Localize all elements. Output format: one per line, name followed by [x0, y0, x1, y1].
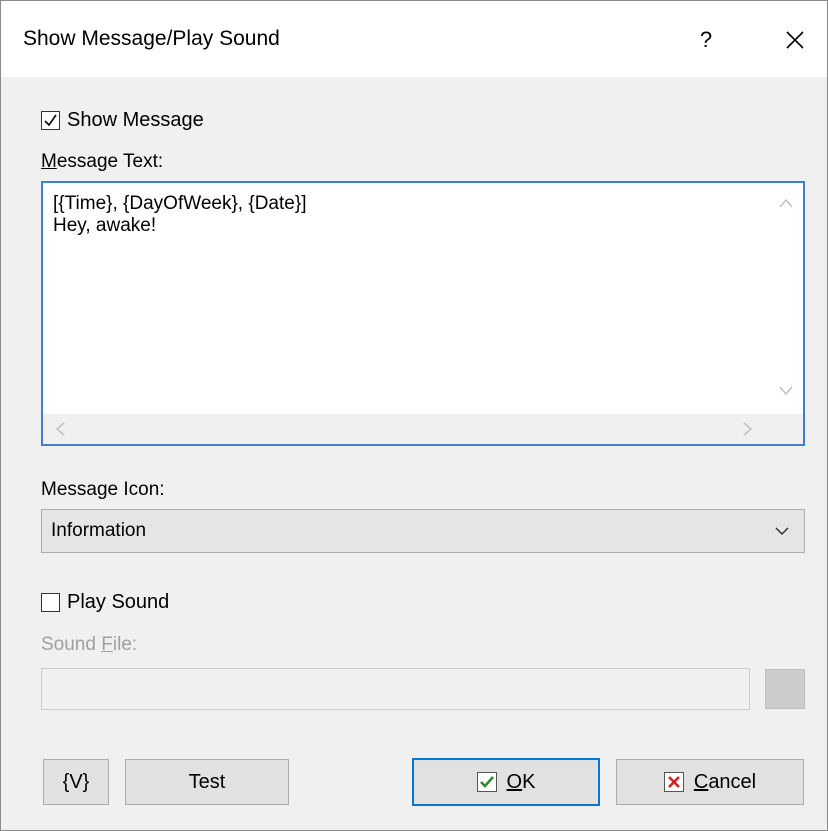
checkmark-icon	[44, 114, 57, 127]
sound-file-label-pre: Sound	[41, 634, 102, 655]
horizontal-scrollbar[interactable]	[43, 414, 803, 444]
browse-sound-button[interactable]	[765, 669, 805, 709]
scroll-up-icon[interactable]	[779, 195, 793, 211]
help-label: ?	[699, 27, 713, 52]
chevron-down-icon	[774, 522, 790, 546]
scroll-right-icon[interactable]	[743, 422, 753, 439]
window-title: Show Message/Play Sound	[23, 27, 280, 50]
close-icon	[786, 31, 804, 49]
cancel-label-rest: ancel	[708, 770, 757, 793]
sound-file-accel: F	[101, 634, 113, 655]
message-text-label: Message Text:	[41, 151, 163, 173]
cancel-button-label: Cancel	[694, 771, 756, 794]
show-message-dialog: Show Message/Play Sound ? Show Message M…	[0, 0, 828, 831]
test-button-label: Test	[188, 770, 226, 793]
message-icon-value: Information	[51, 520, 147, 541]
play-sound-checkbox[interactable]: Play Sound	[41, 591, 169, 614]
message-icon-label: Message Icon:	[41, 479, 165, 500]
sound-file-label-post: ile:	[112, 634, 138, 655]
scrollbar-corner	[769, 414, 803, 444]
cancel-button[interactable]: Cancel	[616, 759, 804, 805]
ok-accel: O	[506, 770, 523, 793]
variables-button-label: {V}	[62, 770, 90, 793]
message-text-input[interactable]: [{Time}, {DayOfWeek}, {Date}] Hey, awake…	[51, 191, 775, 415]
close-button[interactable]	[767, 15, 823, 65]
help-button[interactable]: ?	[681, 15, 731, 65]
ok-label-rest: K	[522, 770, 536, 793]
cancel-accel: C	[693, 770, 709, 793]
scroll-down-icon[interactable]	[779, 383, 793, 399]
title-bar: Show Message/Play Sound ?	[1, 1, 827, 77]
sound-file-input[interactable]	[41, 668, 750, 710]
cancel-x-icon	[663, 772, 684, 792]
message-text-label-rest: essage Text:	[56, 151, 164, 172]
vertical-scrollbar[interactable]	[769, 183, 803, 413]
ok-button[interactable]: OK	[412, 758, 600, 806]
show-message-box[interactable]	[41, 111, 60, 130]
show-message-checkbox[interactable]: Show Message	[41, 109, 204, 132]
play-sound-box[interactable]	[41, 593, 60, 612]
ok-check-icon	[476, 772, 497, 792]
ok-button-label: OK	[507, 771, 536, 794]
test-button[interactable]: Test	[125, 759, 289, 805]
message-text-box[interactable]: [{Time}, {DayOfWeek}, {Date}] Hey, awake…	[41, 181, 805, 446]
scroll-left-icon[interactable]	[55, 422, 65, 439]
show-message-label: Show Message	[67, 109, 204, 131]
sound-file-label: Sound File:	[41, 634, 137, 656]
message-text-accel: M	[41, 151, 57, 172]
play-sound-label: Play Sound	[67, 591, 170, 613]
variables-button[interactable]: {V}	[43, 759, 109, 805]
message-icon-select[interactable]: Information	[41, 509, 805, 553]
